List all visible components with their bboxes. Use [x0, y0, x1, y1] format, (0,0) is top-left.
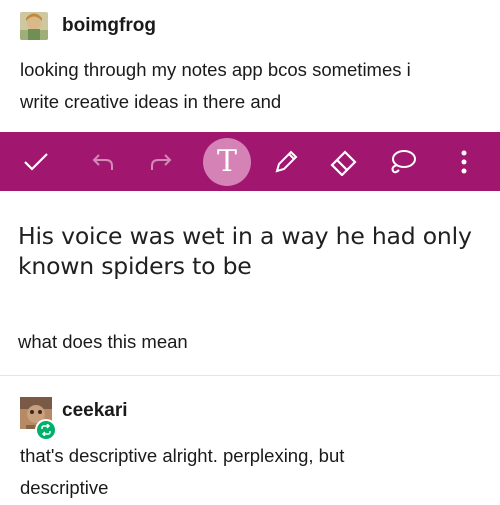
undo-icon[interactable] — [88, 132, 118, 191]
note-text: His voice was wet in a way he had only k… — [18, 221, 472, 281]
reply-header: ceekari — [20, 397, 128, 441]
note-line: known spiders to be — [18, 252, 252, 280]
text-tool-glyph: T — [216, 143, 237, 179]
post-header: boimgfrog — [20, 12, 156, 40]
reply-text-line: that's descriptive alright. perplexing, … — [20, 445, 345, 466]
notes-toolbar: T — [0, 132, 500, 191]
pen-icon[interactable] — [270, 132, 302, 191]
reblog-icon — [35, 419, 57, 441]
post-text: looking through my notes app bcos someti… — [20, 54, 411, 118]
note-content: His voice was wet in a way he had only k… — [0, 191, 500, 376]
avatar[interactable] — [20, 12, 48, 40]
eraser-icon[interactable] — [325, 132, 361, 191]
post-text-line: write creative ideas in there and — [20, 91, 282, 112]
more-icon[interactable] — [456, 132, 472, 191]
lasso-icon[interactable] — [385, 132, 419, 191]
text-tool-icon[interactable]: T — [202, 132, 252, 191]
username[interactable]: ceekari — [62, 400, 128, 422]
reply-text-line: descriptive — [20, 477, 109, 498]
username[interactable]: boimgfrog — [62, 15, 156, 37]
check-icon[interactable] — [20, 132, 52, 191]
post-text-line: looking through my notes app bcos someti… — [20, 59, 411, 80]
reply-text: that's descriptive alright. perplexing, … — [20, 440, 344, 504]
note-line: His voice was wet in a way he had only — [18, 222, 472, 250]
caption: what does this mean — [18, 331, 188, 352]
avatar[interactable] — [20, 397, 57, 441]
redo-icon[interactable] — [146, 132, 176, 191]
